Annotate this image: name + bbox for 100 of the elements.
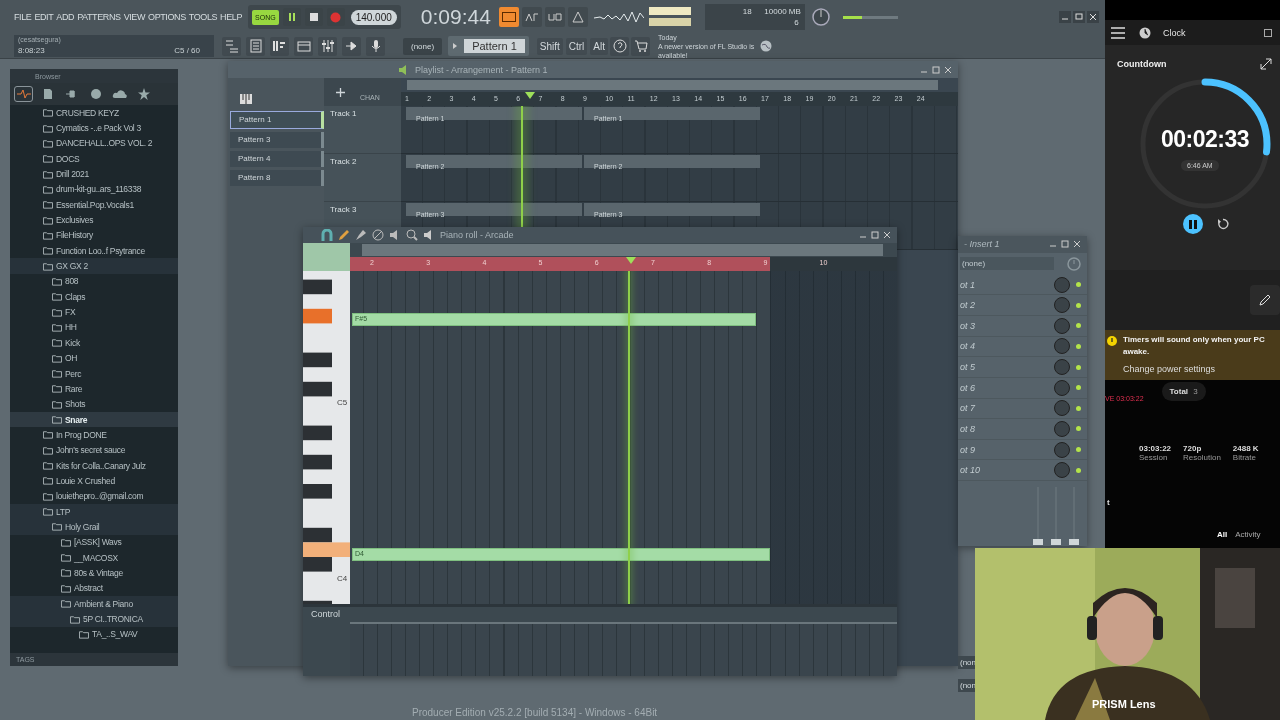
mix-knob[interactable] — [1054, 421, 1070, 437]
horizontal-scrollbar[interactable] — [362, 243, 883, 256]
slot-enable-light[interactable] — [1076, 405, 1081, 411]
menu-item[interactable]: OPTIONS — [148, 12, 186, 22]
browser-item[interactable]: Cymatics -..e Pack Vol 3 — [56, 123, 141, 133]
effect-slot[interactable]: ot 9 — [960, 444, 1054, 455]
reset-icon[interactable] — [1217, 218, 1229, 230]
modifier-key-button[interactable]: Ctrl — [565, 37, 588, 55]
effect-slot[interactable]: ot 7 — [960, 403, 1054, 414]
menu-item[interactable]: FILE — [14, 12, 32, 22]
browser-item[interactable]: DOCS — [56, 153, 80, 164]
effect-slot[interactable]: ot 4 — [960, 341, 1054, 352]
browser-item[interactable]: __MACOSX — [74, 552, 118, 563]
typing-keyboard-icon[interactable] — [498, 7, 519, 27]
menu-icon[interactable] — [1111, 26, 1125, 39]
menu-item[interactable]: PATTERNS — [77, 12, 121, 22]
slot-enable-light[interactable] — [1076, 323, 1081, 329]
browser-item[interactable]: GX GX 2 — [56, 261, 88, 272]
close-icon[interactable] — [1087, 11, 1099, 23]
route-field[interactable]: (non — [958, 656, 975, 669]
route-field[interactable]: (non — [958, 679, 975, 692]
effect-slot[interactable]: ot 1 — [960, 279, 1054, 290]
menu-item[interactable]: ADD — [56, 12, 75, 22]
browser-item[interactable]: DANCEHALL..OPS VOL. 2 — [56, 138, 153, 149]
browser-item[interactable]: Kits for Colla..Canary Julz — [56, 460, 146, 471]
feed-tab[interactable]: All — [1217, 530, 1228, 539]
menu-item[interactable]: VIEW — [123, 12, 146, 22]
globe-icon[interactable] — [760, 40, 772, 52]
slot-enable-light[interactable] — [1076, 426, 1081, 432]
slice-icon[interactable] — [372, 229, 384, 241]
stop-button[interactable] — [304, 8, 323, 26]
mix-knob[interactable] — [1054, 276, 1070, 293]
menu-item[interactable]: EDIT — [34, 12, 54, 22]
mixer-icon[interactable] — [318, 36, 337, 56]
mix-knob[interactable] — [1054, 462, 1070, 479]
close-icon[interactable] — [883, 231, 891, 239]
mix-knob[interactable] — [1054, 400, 1070, 417]
browser-item[interactable]: 80s & Vintage — [74, 568, 123, 578]
maximize-icon[interactable] — [871, 231, 879, 239]
browser-item[interactable]: TA_..S_WAV — [92, 629, 138, 640]
browser-item[interactable]: CRUSHED KEYZ — [56, 107, 119, 118]
slot-enable-light[interactable] — [1076, 343, 1081, 349]
slot-enable-light[interactable] — [1076, 302, 1081, 308]
browser-item[interactable]: In Prog DONE — [56, 429, 107, 440]
mix-knob[interactable] — [1054, 359, 1070, 376]
browser-item[interactable]: Essential.Pop.Vocals1 — [56, 199, 134, 210]
effect-slot[interactable]: ot 10 — [960, 465, 1054, 476]
browser-item[interactable]: Kick — [65, 337, 80, 348]
browser-item[interactable]: Abstract — [74, 583, 103, 594]
power-settings-link[interactable]: Change power settings — [1123, 364, 1280, 374]
browser-item[interactable]: Shots — [65, 399, 86, 410]
horizontal-scrollbar[interactable] — [407, 80, 938, 90]
minimize-icon[interactable] — [1059, 11, 1071, 23]
zoom-icon[interactable] — [406, 229, 418, 241]
slot-enable-light[interactable] — [1076, 282, 1081, 287]
menu-item[interactable]: TOOLS — [188, 12, 218, 22]
pattern-list-item[interactable]: Pattern 1 — [230, 111, 324, 129]
brush-icon[interactable] — [355, 229, 367, 241]
browser-icon[interactable] — [294, 36, 313, 56]
pattern-list-item[interactable]: Pattern 4 — [230, 151, 324, 167]
play-button[interactable] — [282, 8, 301, 26]
pattern-list-item[interactable]: Pattern 8 — [230, 170, 324, 186]
browser-item[interactable]: 808 — [65, 276, 79, 287]
piano-roll-icon[interactable] — [270, 36, 289, 56]
effect-slot[interactable]: ot 5 — [960, 362, 1054, 373]
browser-item[interactable]: [ASSK] Wavs — [74, 537, 122, 548]
shop-cart-icon[interactable] — [631, 36, 650, 56]
effect-slot[interactable]: ot 8 — [960, 424, 1054, 434]
browser-item[interactable]: Function Loo..f Psytrance — [56, 245, 145, 256]
maximize-icon[interactable] — [1073, 11, 1085, 23]
close-icon[interactable] — [944, 65, 952, 74]
channel-rack-icon[interactable] — [246, 36, 265, 56]
browser-item[interactable]: Exclusives — [56, 215, 94, 226]
effect-slot[interactable]: ot 6 — [960, 382, 1054, 393]
playlist-icon[interactable] — [222, 36, 241, 56]
edit-button[interactable] — [1250, 285, 1280, 315]
browser-item[interactable]: louiethepro..@gmail.com — [56, 491, 144, 502]
browser-item[interactable]: John's secret sauce — [56, 445, 126, 456]
preset-field[interactable]: (none) — [960, 257, 1054, 271]
browser-item[interactable]: HH — [65, 322, 77, 333]
playhead-marker[interactable] — [525, 92, 535, 99]
effect-slot[interactable]: ot 3 — [960, 320, 1054, 331]
expand-icon[interactable] — [1260, 58, 1272, 70]
pause-button[interactable] — [1183, 214, 1203, 234]
piano-icon[interactable] — [240, 94, 252, 104]
microphone-icon[interactable] — [366, 36, 385, 56]
browser-item[interactable]: Claps — [65, 291, 86, 302]
slot-enable-light[interactable] — [1076, 447, 1081, 453]
track-name[interactable]: Track 2 — [330, 157, 357, 166]
browser-item[interactable]: Louie X Crushed — [56, 475, 115, 486]
menu-item[interactable]: HELP — [220, 12, 243, 22]
maximize-icon[interactable] — [1264, 28, 1272, 37]
mix-knob[interactable] — [1054, 297, 1070, 314]
metronome-icon[interactable] — [567, 7, 588, 27]
all-files-tab-icon[interactable] — [14, 86, 33, 102]
master-pitch-knob[interactable] — [810, 7, 831, 27]
browser-item[interactable]: Drill 2021 — [56, 169, 89, 180]
modifier-key-button[interactable]: Alt — [590, 37, 608, 55]
slot-enable-light[interactable] — [1076, 385, 1081, 391]
close-icon[interactable] — [1073, 240, 1081, 249]
